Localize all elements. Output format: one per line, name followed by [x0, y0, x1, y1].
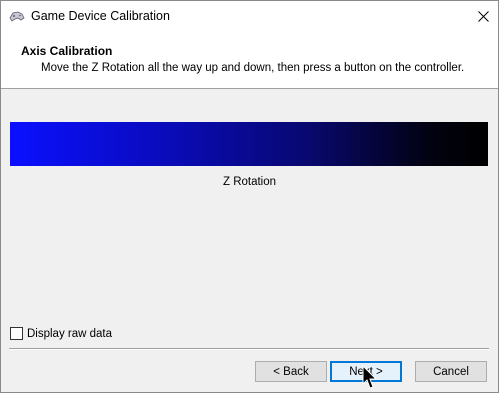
axis-position-bar — [10, 122, 488, 166]
display-raw-data-option[interactable]: Display raw data — [10, 327, 112, 340]
back-button[interactable]: < Back — [255, 361, 327, 382]
page-title: Axis Calibration — [21, 44, 113, 58]
cancel-button[interactable]: Cancel — [415, 361, 487, 382]
axis-label: Z Rotation — [222, 176, 277, 188]
mouse-pointer-icon — [362, 365, 378, 389]
display-raw-data-checkbox[interactable] — [10, 327, 23, 340]
close-button[interactable] — [468, 1, 498, 32]
calibration-window: Game Device Calibration Axis Calibration… — [0, 0, 499, 393]
close-icon — [477, 11, 489, 22]
title-bar: Game Device Calibration — [1, 1, 498, 32]
page-instructions: Move the Z Rotation all the way up and d… — [41, 62, 465, 74]
footer-divider — [9, 348, 489, 350]
wizard-header: Axis Calibration Move the Z Rotation all… — [1, 32, 498, 89]
display-raw-data-label: Display raw data — [27, 327, 113, 340]
window-title: Game Device Calibration — [31, 9, 170, 23]
gamepad-icon — [9, 11, 25, 22]
